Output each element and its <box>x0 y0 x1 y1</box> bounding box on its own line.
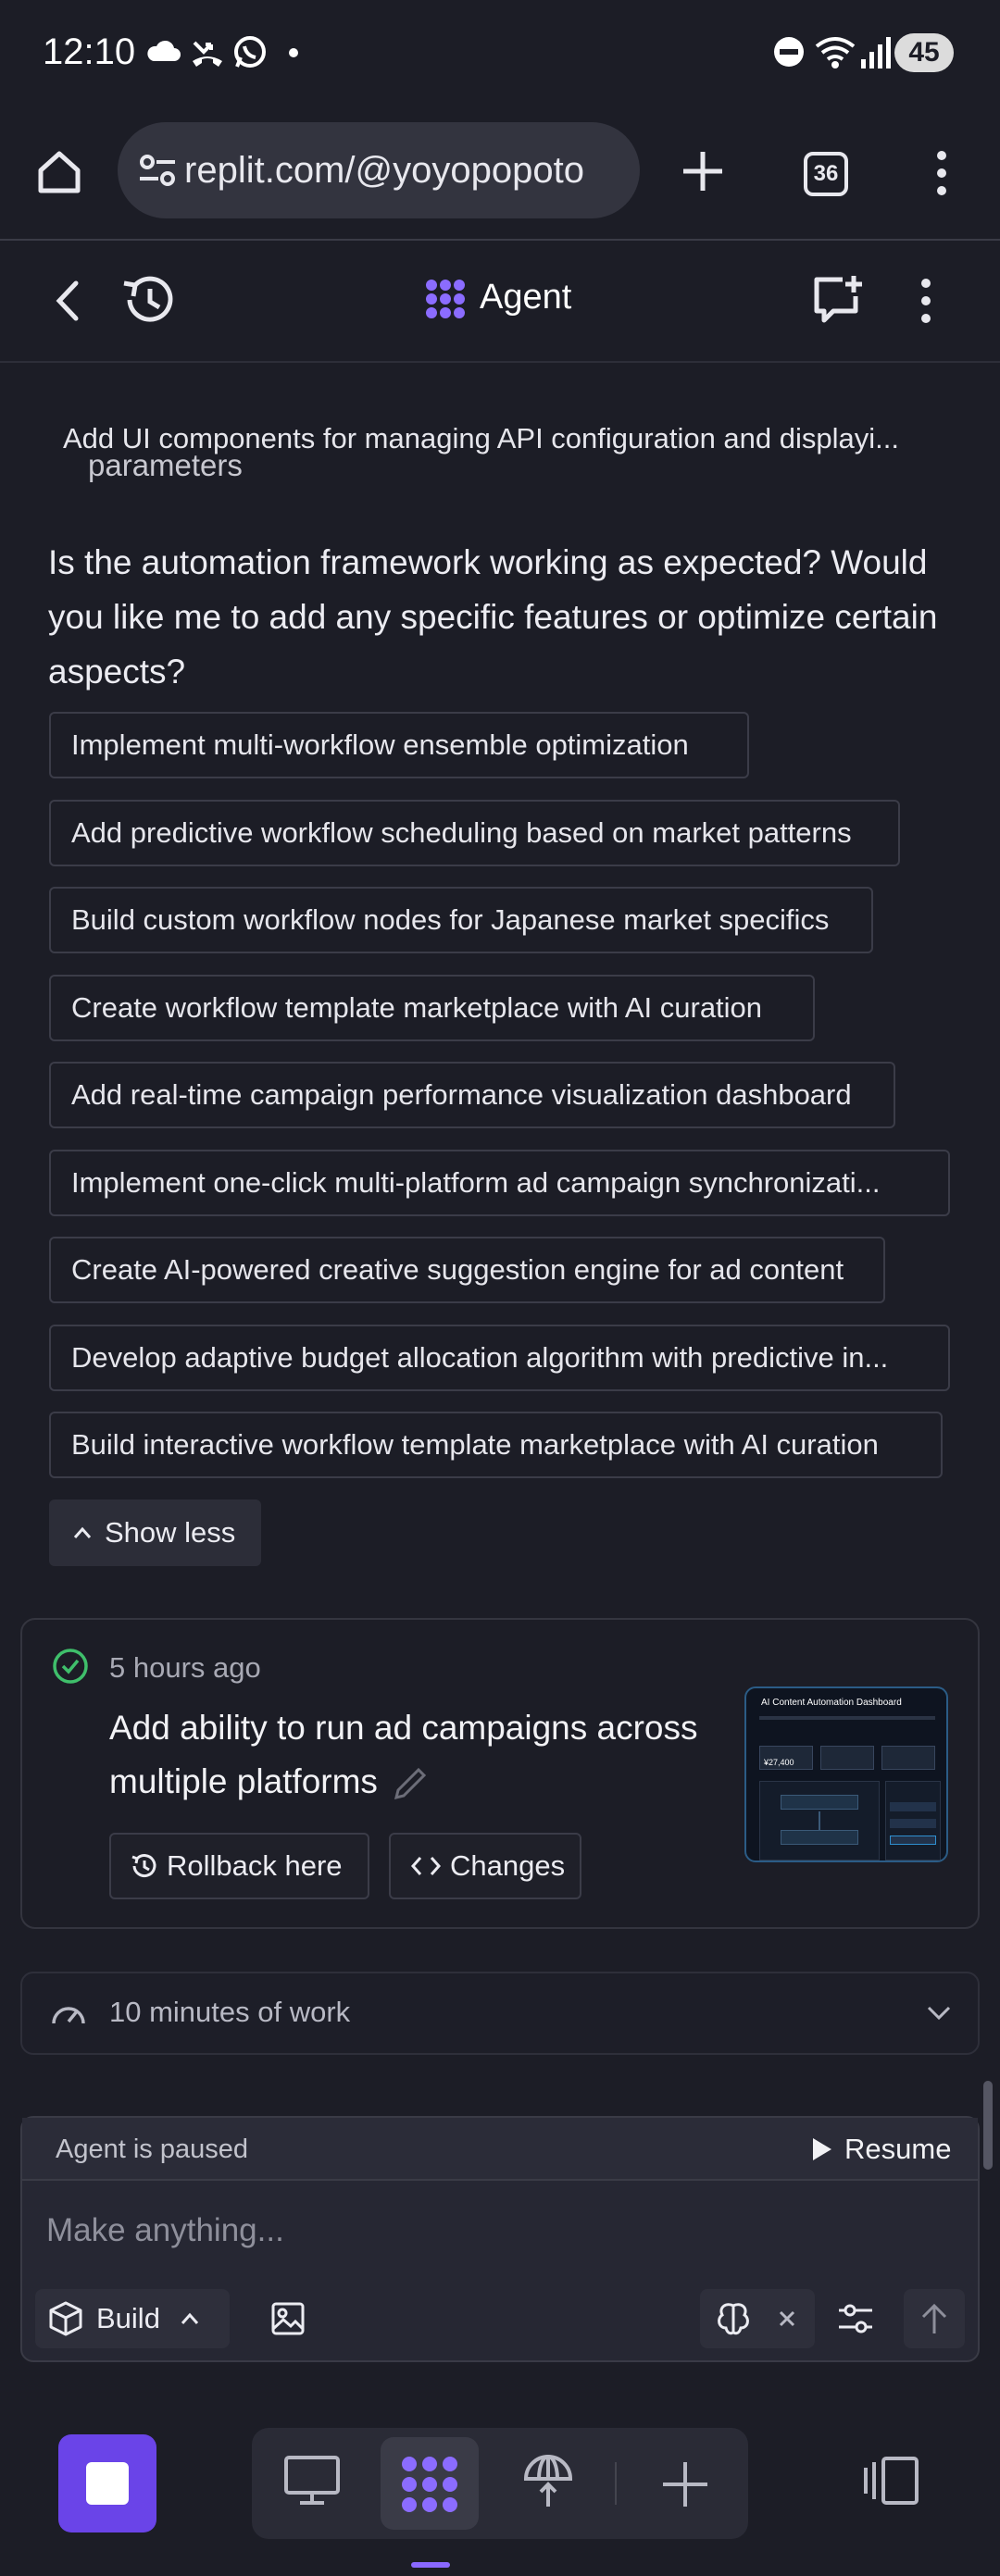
address-bar[interactable]: replit.com/@yoyopopoto <box>118 122 640 218</box>
thumbnail-stat-card: ¥27,400 <box>759 1746 813 1770</box>
thumbnail-workflow-panel <box>759 1781 880 1860</box>
edit-pencil-icon[interactable] <box>391 1764 430 1803</box>
settings-sliders-icon[interactable] <box>837 2301 874 2336</box>
suggestion-chip[interactable]: Build custom workflow nodes for Japanese… <box>49 887 873 953</box>
agent-menu-icon[interactable] <box>915 276 937 326</box>
play-icon <box>811 2136 833 2162</box>
thumbnail-stat-card <box>881 1746 935 1770</box>
browser-menu-icon[interactable] <box>930 148 954 198</box>
rollback-button[interactable]: Rollback here <box>109 1833 369 1899</box>
code-icon <box>411 1855 441 1877</box>
chevron-up-icon <box>73 1526 92 1539</box>
chevron-down-icon[interactable] <box>927 2005 951 2022</box>
suggestion-chip[interactable]: Implement one-click multi-platform ad ca… <box>49 1150 950 1216</box>
gauge-icon <box>50 1997 87 2029</box>
tab-switcher-button[interactable]: 36 <box>804 152 848 196</box>
arrow-up-icon <box>919 2302 949 2335</box>
changes-button[interactable]: Changes <box>389 1833 581 1899</box>
agent-status: Agent is paused <box>56 2134 248 2164</box>
home-icon[interactable] <box>35 148 83 196</box>
new-tab-icon[interactable] <box>680 148 726 194</box>
suggestion-chip[interactable]: Implement multi-workflow ensemble optimi… <box>49 712 749 778</box>
thumbnail-title: AI Content Automation Dashboard <box>761 1698 902 1708</box>
stop-button[interactable] <box>58 2434 156 2532</box>
nav-divider <box>615 2462 617 2505</box>
mode-selector[interactable]: Build <box>35 2289 230 2348</box>
preview-monitor-icon[interactable] <box>283 2455 341 2507</box>
suggestion-chip[interactable]: Develop adaptive budget allocation algor… <box>49 1325 950 1391</box>
brain-icon <box>715 2300 752 2337</box>
panels-icon[interactable] <box>863 2455 920 2507</box>
site-settings-icon[interactable] <box>136 149 179 192</box>
resume-button[interactable]: Resume <box>811 2131 951 2168</box>
show-less-button[interactable]: Show less <box>49 1500 261 1566</box>
gesture-handle <box>411 2562 450 2568</box>
suggestion-chip[interactable]: Build interactive workflow template mark… <box>49 1412 943 1478</box>
suggestion-chip[interactable]: Create workflow template marketplace wit… <box>49 975 815 1041</box>
thumbnail-stat-card <box>820 1746 874 1770</box>
missed-call-icon <box>189 33 226 70</box>
suggestion-chip[interactable]: Add predictive workflow scheduling based… <box>49 800 900 866</box>
add-tool-icon[interactable] <box>659 2458 711 2510</box>
back-icon[interactable] <box>52 280 83 322</box>
dnd-icon <box>770 33 807 70</box>
model-chip[interactable] <box>700 2289 815 2348</box>
history-icon[interactable] <box>120 274 176 326</box>
agent-nav-icon[interactable] <box>400 2455 459 2514</box>
prompt-input[interactable]: Make anything... <box>46 2212 284 2249</box>
cloud-icon <box>144 33 181 70</box>
previous-item-tail: parameters <box>88 448 243 482</box>
thumbnail-side-panel <box>885 1781 941 1860</box>
check-circle-icon <box>52 1648 89 1685</box>
image-attach-icon[interactable] <box>270 2301 306 2336</box>
new-chat-icon[interactable] <box>811 272 867 328</box>
thumbnail-subtitle-bar <box>759 1716 935 1720</box>
close-icon[interactable] <box>778 2309 796 2328</box>
status-time: 12:10 <box>43 31 136 72</box>
suggestion-chip[interactable]: Create AI-powered creative suggestion en… <box>49 1237 885 1303</box>
show-less-label: Show less <box>105 1516 236 1549</box>
cube-icon <box>48 2300 83 2337</box>
battery-indicator: 45 <box>894 33 954 72</box>
checkpoint-screenshot-thumbnail[interactable]: AI Content Automation Dashboard ¥27,400 <box>744 1686 948 1862</box>
work-duration: 10 minutes of work <box>109 1996 351 2028</box>
rollback-label: Rollback here <box>167 1849 343 1882</box>
mode-label: Build <box>96 2302 160 2334</box>
whatsapp-icon <box>231 33 269 70</box>
thumbnail-stat: ¥27,400 <box>764 1758 794 1767</box>
resume-label: Resume <box>844 2133 952 2165</box>
agent-message: Is the automation framework working as e… <box>48 543 938 691</box>
notification-dot-icon <box>289 48 298 57</box>
changes-label: Changes <box>450 1849 566 1882</box>
scrollbar[interactable] <box>983 2081 993 2170</box>
checkpoint-time: 5 hours ago <box>109 1651 261 1684</box>
agent-logo-icon <box>424 278 467 320</box>
page-title: Agent <box>480 278 572 317</box>
history-icon <box>130 1852 157 1880</box>
chevron-up-icon <box>181 2312 199 2325</box>
signal-icon <box>859 33 891 70</box>
checkpoint-title: Add ability to run ad campaigns across m… <box>109 1701 720 1809</box>
send-button[interactable] <box>904 2289 965 2348</box>
deploy-icon[interactable] <box>520 2451 576 2510</box>
wifi-icon <box>815 33 856 70</box>
suggestion-chip[interactable]: Add real-time campaign performance visua… <box>49 1062 895 1128</box>
url-text[interactable]: replit.com/@yoyopopoto <box>184 150 584 192</box>
stop-icon <box>86 2462 129 2505</box>
